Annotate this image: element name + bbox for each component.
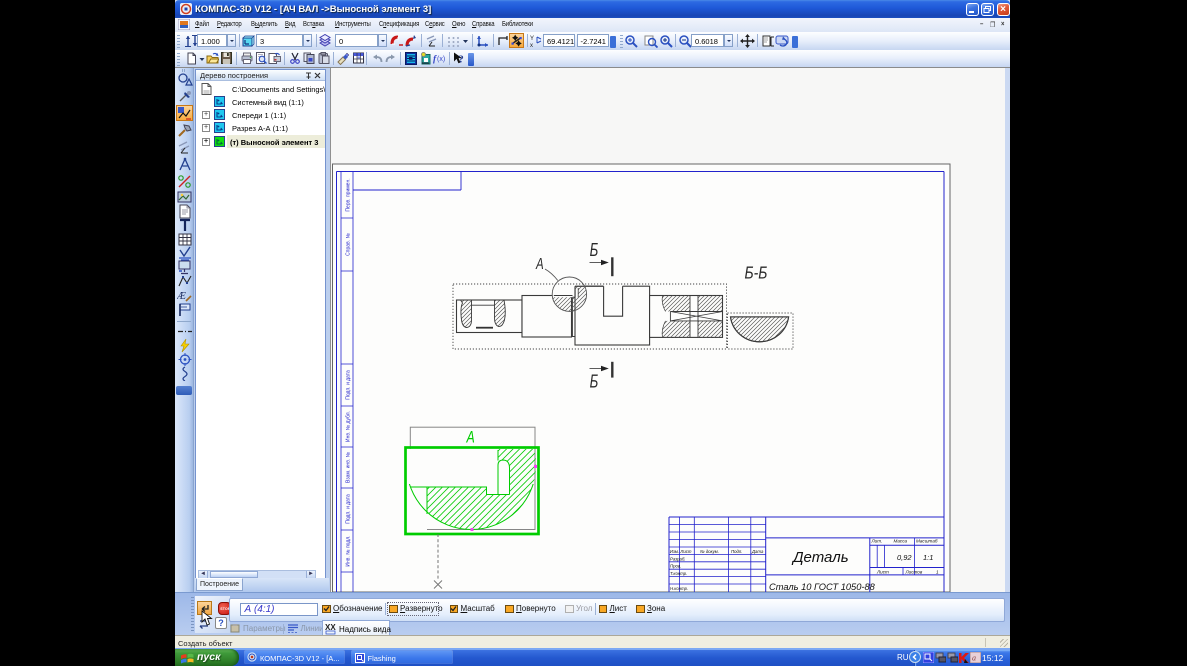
svg-text:Н.контр.: Н.контр. bbox=[670, 586, 688, 591]
svg-text:x: x bbox=[530, 43, 533, 48]
svg-text:Инв. № дубл.: Инв. № дубл. bbox=[346, 411, 352, 442]
svg-text:?: ? bbox=[459, 54, 464, 65]
svg-text:Масштаб: Масштаб bbox=[916, 539, 938, 544]
svg-text:a: a bbox=[972, 653, 976, 662]
svg-text:Взам. инв. №: Взам. инв. № bbox=[346, 452, 352, 483]
svg-text:Инв. № подл.: Инв. № подл. bbox=[346, 535, 352, 566]
svg-text:Æ: Æ bbox=[177, 291, 186, 302]
svg-text:Лист: Лист bbox=[679, 549, 691, 554]
svg-text:0,92: 0,92 bbox=[897, 553, 912, 562]
svg-text:Листов: Листов bbox=[905, 570, 923, 575]
svg-text:Б: Б bbox=[590, 240, 599, 261]
svg-text:Лит.: Лит. bbox=[871, 539, 883, 544]
svg-text:(x): (x) bbox=[437, 56, 445, 63]
svg-text:Пров.: Пров. bbox=[670, 564, 681, 569]
svg-text:Деталь: Деталь bbox=[791, 549, 849, 566]
svg-text:А: А bbox=[535, 254, 544, 272]
svg-text:Разраб.: Разраб. bbox=[670, 556, 686, 561]
svg-text:Б: Б bbox=[590, 371, 599, 392]
svg-text:Справ. №: Справ. № bbox=[346, 233, 352, 256]
svg-text:Подп.: Подп. bbox=[731, 549, 742, 554]
svg-text:Б-Б: Б-Б bbox=[745, 264, 768, 283]
svg-text:Y: Y bbox=[530, 36, 534, 42]
svg-text:Дата: Дата bbox=[751, 549, 764, 554]
svg-text:Т.контр.: Т.контр. bbox=[670, 571, 687, 576]
svg-text:Перв. примен.: Перв. примен. bbox=[346, 178, 352, 211]
svg-text:1:1: 1:1 bbox=[923, 553, 933, 562]
svg-text:Лист: Лист bbox=[876, 570, 889, 575]
svg-text:Масса: Масса bbox=[894, 539, 908, 544]
svg-text:Подп. и дата: Подп. и дата bbox=[346, 370, 352, 400]
svg-text:Сталь 10 ГОСТ 1050-88: Сталь 10 ГОСТ 1050-88 bbox=[769, 582, 876, 592]
svg-text:№ докум.: № докум. bbox=[700, 549, 719, 554]
svg-text:Подп. и дата: Подп. и дата bbox=[346, 494, 352, 524]
svg-text:А: А bbox=[466, 429, 475, 447]
svg-text:1: 1 bbox=[936, 570, 939, 575]
svg-text:Изм.: Изм. bbox=[670, 549, 679, 554]
